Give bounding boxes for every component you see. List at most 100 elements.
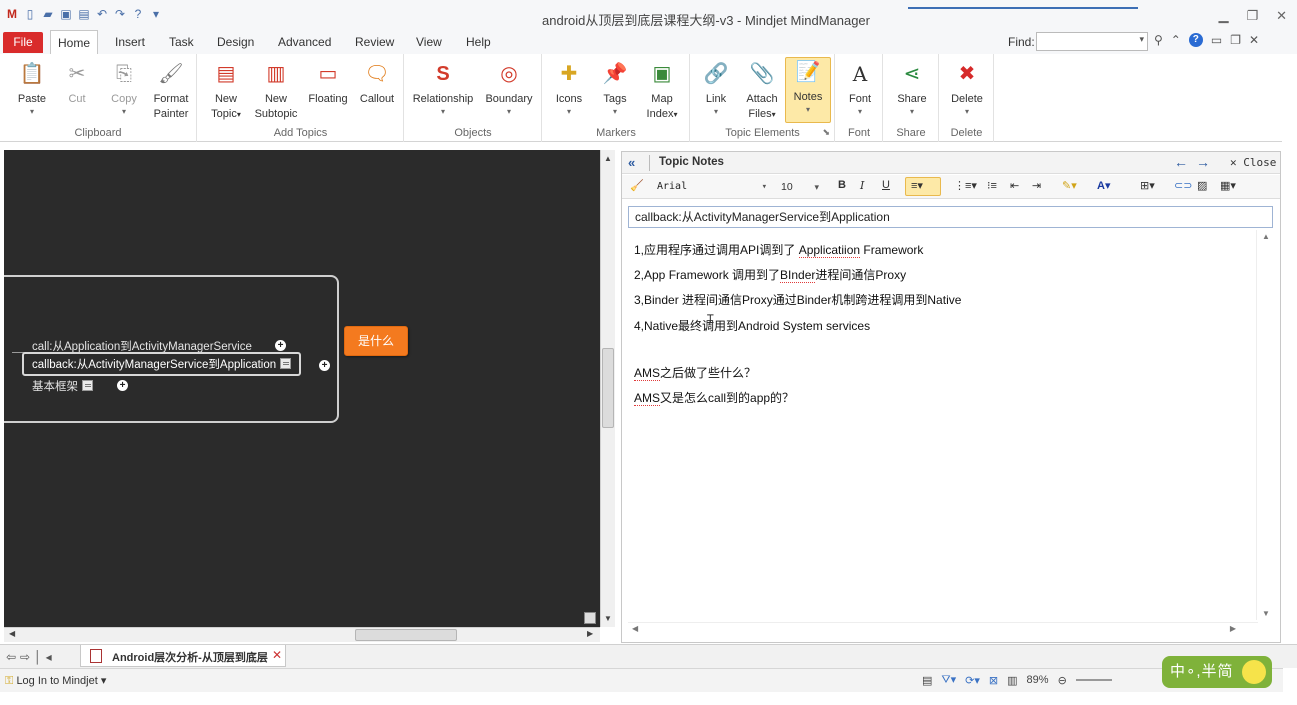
bullet-list-icon[interactable]: ⁝≡ (987, 179, 997, 192)
page-view-icon[interactable]: ▥ (1007, 674, 1017, 687)
note-attached-icon[interactable] (280, 358, 292, 369)
cut-button[interactable]: ✂ Cut (62, 60, 92, 107)
help-icon[interactable]: ? (1188, 33, 1203, 47)
scroll-down-icon[interactable]: ▼ (604, 614, 612, 623)
tab-review[interactable]: Review (351, 30, 398, 54)
horizontal-scroll-thumb[interactable] (355, 629, 457, 641)
scroll-up-icon[interactable]: ▲ (604, 154, 612, 163)
indent-icon[interactable]: ⇥ (1032, 179, 1041, 192)
notes-button[interactable]: 📝 Notes ▾ (785, 57, 831, 123)
map-vertical-scrollbar[interactable]: ▲ ▼ (600, 150, 615, 627)
minimize-icon[interactable]: ▁ (1218, 8, 1228, 24)
login-button[interactable]: ⚿ Log In to Mindjet ▾ (5, 674, 106, 688)
table-icon[interactable]: ⊞▾ (1140, 179, 1155, 192)
insert-object-icon[interactable]: ▦▾ (1220, 179, 1236, 192)
font-color-icon[interactable]: A▾ (1097, 179, 1110, 192)
map-corner-button[interactable] (584, 612, 596, 624)
tab-task[interactable]: Task (165, 30, 198, 54)
font-button[interactable]: A Font ▾ (843, 60, 877, 117)
layout-view-icon[interactable]: ▤ (922, 674, 932, 687)
restore-icon[interactable]: ❐ (1246, 8, 1258, 24)
notes-vertical-scrollbar[interactable]: ▲ ▼ (1256, 230, 1274, 620)
subtopic-callback[interactable]: callback:从ActivityManagerService到Applica… (22, 352, 302, 376)
notes-scroll-down-icon[interactable]: ▼ (1262, 609, 1270, 618)
paste-button[interactable]: 📋 Paste ▾ (14, 60, 50, 117)
delete-x-icon: ✖ (958, 63, 976, 85)
subtopic-framework[interactable]: 基本框架 (32, 378, 93, 394)
tab-home[interactable]: Home (50, 30, 98, 54)
align-left-icon[interactable]: ≡▾ (911, 179, 923, 192)
filter-icon[interactable]: ⛛▾ (941, 673, 956, 687)
zoom-out-icon[interactable]: ⊖ (1058, 674, 1067, 687)
expand-call-icon[interactable]: + (275, 340, 286, 351)
expand-framework-icon[interactable]: + (117, 380, 128, 391)
share-button[interactable]: ⋖ Share ▾ (894, 60, 930, 117)
floating-topic-button[interactable]: ▭ Floating (306, 60, 350, 107)
notes-editor[interactable]: 1,应用程序通过调用API调到了 Applicatiion Framework … (628, 230, 1254, 614)
notes-nav-arrows-icon[interactable]: ←→ (1174, 154, 1218, 170)
copy-button[interactable]: ⎘ Copy ▾ (106, 60, 142, 117)
tags-button[interactable]: 📌 Tags ▾ (597, 60, 633, 117)
map-canvas[interactable]: call:从Application到ActivityManagerService… (4, 150, 600, 627)
notes-horizontal-scrollbar[interactable]: ◀ ▶ (628, 622, 1258, 636)
font-size-select[interactable]: 10 (779, 179, 821, 195)
attach-files-button[interactable]: 📎 Attach Files▾ (743, 60, 781, 122)
doc-nav-arrows-icon[interactable]: ⇦⇨│◂ (6, 650, 56, 664)
notes-close-button[interactable]: ✕ Close (1230, 156, 1276, 169)
fit-map-icon[interactable]: ⊠ (989, 674, 998, 687)
map-horizontal-scrollbar[interactable]: ◀ ▶ (4, 627, 600, 642)
central-topic-node[interactable]: 是什么 (344, 326, 408, 356)
framework-note-icon[interactable] (82, 380, 93, 391)
new-topic-button[interactable]: ▤ New Topic▾ (206, 60, 246, 122)
callout-button[interactable]: 🗨 Callout (356, 60, 398, 107)
doc-restore-icon[interactable]: ❐ (1230, 33, 1241, 47)
note-line-2: 2,App Framework 调用到了BInder进程间通信Proxy (634, 268, 907, 283)
icons-button[interactable]: ✚ Icons ▾ (551, 60, 587, 117)
notes-scroll-left-icon[interactable]: ◀ (632, 624, 638, 633)
outdent-icon[interactable]: ⇤ (1010, 179, 1019, 192)
delete-button[interactable]: ✖ Delete ▾ (948, 60, 986, 117)
tab-advanced[interactable]: Advanced (274, 30, 335, 54)
doc-minimize-icon[interactable]: ▭ (1211, 33, 1222, 47)
vertical-scroll-thumb[interactable] (602, 348, 614, 428)
zoom-slider[interactable] (1075, 679, 1112, 681)
link-button[interactable]: 🔗 Link ▾ (699, 60, 733, 117)
new-subtopic-button[interactable]: ▥ New Subtopic (252, 60, 300, 122)
collapse-panel-icon[interactable]: « (628, 155, 635, 170)
map-index-button[interactable]: ▣ Map Index▾ (641, 60, 683, 122)
italic-icon[interactable]: I (860, 179, 864, 192)
balance-map-icon[interactable]: ⟳▾ (965, 674, 980, 687)
find-input[interactable] (1036, 32, 1148, 51)
hyperlink-icon[interactable]: ⊂⊃ (1174, 179, 1192, 192)
scroll-left-icon[interactable]: ◀ (9, 629, 15, 638)
ime-sun-icon (1242, 660, 1266, 684)
tab-file[interactable]: File (3, 32, 43, 53)
tab-help[interactable]: Help (462, 30, 495, 54)
close-window-icon[interactable]: ✕ (1276, 8, 1287, 24)
relationship-button[interactable]: S Relationship ▾ (411, 60, 475, 117)
tab-design[interactable]: Design (213, 30, 258, 54)
font-family-select[interactable]: Arial (655, 179, 769, 195)
close-tab-icon[interactable]: ✕ (272, 648, 282, 662)
notes-scroll-right-icon[interactable]: ▶ (1230, 624, 1236, 633)
input-method-indicator[interactable]: 中∘,半简 (1162, 656, 1272, 688)
clear-format-icon[interactable]: 🧹 (630, 179, 644, 192)
doc-close-icon[interactable]: ✕ (1249, 33, 1259, 47)
collapse-ribbon-icon[interactable]: ⌃ (1171, 33, 1181, 47)
notes-scroll-up-icon[interactable]: ▲ (1262, 232, 1270, 241)
underline-icon[interactable]: U (882, 179, 890, 191)
tab-insert[interactable]: Insert (111, 30, 149, 54)
highlight-icon[interactable]: ✎▾ (1062, 179, 1077, 192)
binoculars-icon[interactable]: ⚲ (1154, 33, 1163, 47)
numbered-list-icon[interactable]: ⋮≡▾ (954, 179, 977, 192)
scroll-right-icon[interactable]: ▶ (587, 629, 593, 638)
dialog-launcher-icon[interactable]: ⬊ (822, 127, 830, 138)
image-icon[interactable]: ▨ (1197, 179, 1207, 192)
boundary-button[interactable]: ◎ Boundary ▾ (483, 60, 535, 117)
format-painter-button[interactable]: 🖌 Format Painter (150, 60, 192, 122)
tab-view[interactable]: View (412, 30, 446, 54)
expand-callback-icon[interactable]: + (319, 360, 330, 371)
bold-icon[interactable]: B (838, 179, 846, 191)
notes-topic-title: callback:从ActivityManagerService到Applica… (628, 206, 1273, 228)
document-tab[interactable]: Android层次分析-从顶层到底层 ✕ (80, 645, 286, 667)
